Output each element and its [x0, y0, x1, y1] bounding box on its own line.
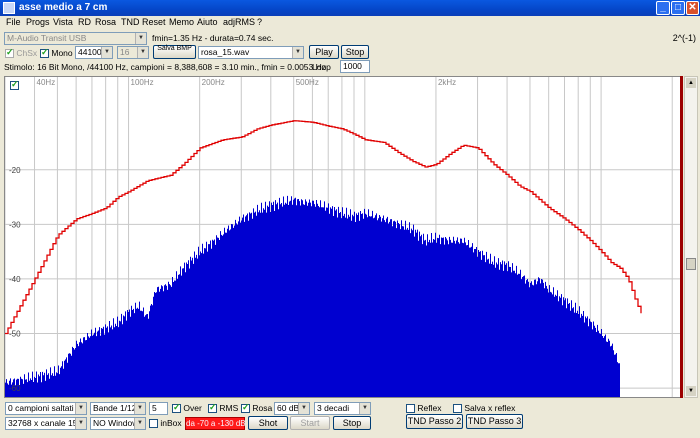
chevron-down-icon: ▼ [134, 418, 145, 429]
x-tick-label: 100Hz [131, 78, 154, 87]
y-tick-label: -30 [9, 220, 21, 229]
save-bmp-button[interactable]: Salva BMP [153, 45, 196, 59]
menu-memo[interactable]: Memo [169, 17, 194, 27]
tnd-passo-2-button[interactable]: TND Passo 2 [406, 414, 463, 429]
chsx-checkbox[interactable]: ChSx [5, 47, 37, 59]
checkbox-icon [5, 47, 14, 59]
menu-tnd[interactable]: TND [121, 17, 140, 27]
bottom-panel: 0 campioni saltati ▼ Bande 1/12 ▼ 5 Over… [0, 399, 700, 438]
inbox-checkbox[interactable]: inBox [149, 418, 182, 429]
stop-button[interactable]: Stop [341, 45, 369, 59]
chevron-down-icon: ▼ [135, 33, 146, 44]
checkbox-icon [453, 404, 462, 414]
menu-progs[interactable]: Progs [26, 17, 50, 27]
device-select[interactable]: M-Audio Transit USB ▼ [4, 32, 147, 45]
chevron-down-icon: ▼ [298, 403, 309, 414]
menu-rd[interactable]: RD [78, 17, 91, 27]
menu-file[interactable]: File [6, 17, 21, 27]
salva-reflex-checkbox[interactable]: Salva x reflex [453, 403, 515, 414]
tnd-passo-3-button[interactable]: TND Passo 3 [466, 414, 523, 429]
close-button[interactable]: ✕ [686, 1, 699, 15]
menu-reset[interactable]: Reset [142, 17, 166, 27]
app-icon [3, 2, 15, 14]
menu-rosa[interactable]: Rosa [95, 17, 116, 27]
range-select[interactable]: 60 dB ▼ [274, 402, 310, 415]
x-tick-label: 200Hz [202, 78, 225, 87]
skip-select[interactable]: 0 campioni saltati ▼ [5, 402, 87, 415]
loop-input[interactable]: 1000 [340, 60, 370, 73]
shot-button[interactable]: Shot [248, 416, 288, 430]
chevron-down-icon: ▼ [75, 418, 86, 429]
bits-select[interactable]: 16 ▼ [117, 46, 149, 59]
chevron-down-icon: ▼ [75, 403, 86, 414]
y-tick-label: -60 [9, 384, 21, 393]
bands-select[interactable]: Bande 1/12 ▼ [90, 402, 146, 415]
y-tick-label: -20 [9, 166, 21, 175]
scroll-down-icon[interactable]: ▼ [686, 386, 696, 396]
marker-bar [680, 76, 683, 398]
menu-bar: File Progs Vista RD Rosa TND Reset Memo … [0, 16, 700, 30]
bands-number-input[interactable]: 5 [149, 402, 168, 415]
decades-select[interactable]: 3 decadi ▼ [314, 402, 371, 415]
checkbox-icon [241, 402, 250, 414]
mono-checkbox[interactable]: Mono [40, 47, 73, 59]
title-bar: asse medio a 7 cm _ □ ✕ [0, 0, 700, 16]
loop-label: Loop [312, 62, 331, 72]
exponent-label: 2^(-1) [672, 33, 696, 43]
fmin-info: fmin=1.35 Hz - durata=0.74 sec. [152, 33, 274, 43]
x-tick-label: 40Hz [37, 78, 56, 87]
level-warning: da -70 a -130 dB [185, 417, 246, 430]
maximize-button[interactable]: □ [671, 1, 685, 15]
chevron-down-icon: ▼ [101, 47, 112, 58]
checkbox-icon [40, 47, 49, 59]
start-button[interactable]: Start [290, 416, 330, 430]
x-tick-label: 500Hz [296, 78, 319, 87]
menu-aiuto[interactable]: Aiuto [197, 17, 218, 27]
checkbox-icon [208, 402, 217, 414]
chevron-down-icon: ▼ [292, 47, 303, 58]
chevron-down-icon: ▼ [359, 403, 370, 414]
play-button[interactable]: Play [309, 45, 339, 59]
scroll-up-icon[interactable]: ▲ [686, 78, 696, 88]
rosa-checkbox[interactable]: Rosa [241, 402, 272, 414]
spectrum-plot: 40Hz 100Hz 200Hz 500Hz 2kHz -20 -30 -40 -50 -60 [4, 76, 681, 398]
device-select-value: M-Audio Transit USB [7, 33, 87, 43]
scroll-thumb[interactable] [686, 258, 696, 270]
vertical-scrollbar[interactable]: ▲ ▼ [684, 76, 698, 398]
spectrum-chart: 40Hz 100Hz 200Hz 500Hz 2kHz -20 -30 -40 -50 -60 [5, 77, 680, 397]
y-tick-label: -40 [9, 275, 21, 284]
window-title: asse medio a 7 cm [19, 2, 108, 13]
over-checkbox[interactable]: Over [172, 402, 202, 414]
x-tick-label: 2kHz [438, 78, 456, 87]
chevron-down-icon: ▼ [134, 403, 145, 414]
menu-adjrms[interactable]: adjRMS [223, 17, 255, 27]
reflex-checkbox[interactable]: Reflex [406, 403, 441, 414]
window-fn-select[interactable]: NO Windows ▼ [90, 417, 146, 430]
checkbox-icon [149, 419, 158, 429]
menu-help[interactable]: ? [257, 17, 262, 27]
rms-checkbox[interactable]: RMS [208, 402, 238, 414]
y-tick-label: -50 [9, 330, 21, 339]
menu-vista[interactable]: Vista [53, 17, 73, 27]
plot-checkbox[interactable] [10, 79, 19, 90]
channel-select[interactable]: 32768 x canale 15 ▼ [5, 417, 87, 430]
checkbox-icon [172, 402, 181, 414]
samplerate-select[interactable]: 44100 ▼ [75, 46, 113, 59]
spectrum-bars [5, 195, 620, 397]
file-select[interactable]: rosa_15.wav ▼ [198, 46, 304, 59]
checkbox-icon [406, 404, 415, 414]
bottom-stop-button[interactable]: Stop [333, 416, 371, 430]
minimize-button[interactable]: _ [656, 1, 670, 15]
stimulus-info: Stimolo: 16 Bit Mono, /44100 Hz, campion… [4, 62, 327, 72]
chevron-down-icon: ▼ [137, 47, 148, 58]
